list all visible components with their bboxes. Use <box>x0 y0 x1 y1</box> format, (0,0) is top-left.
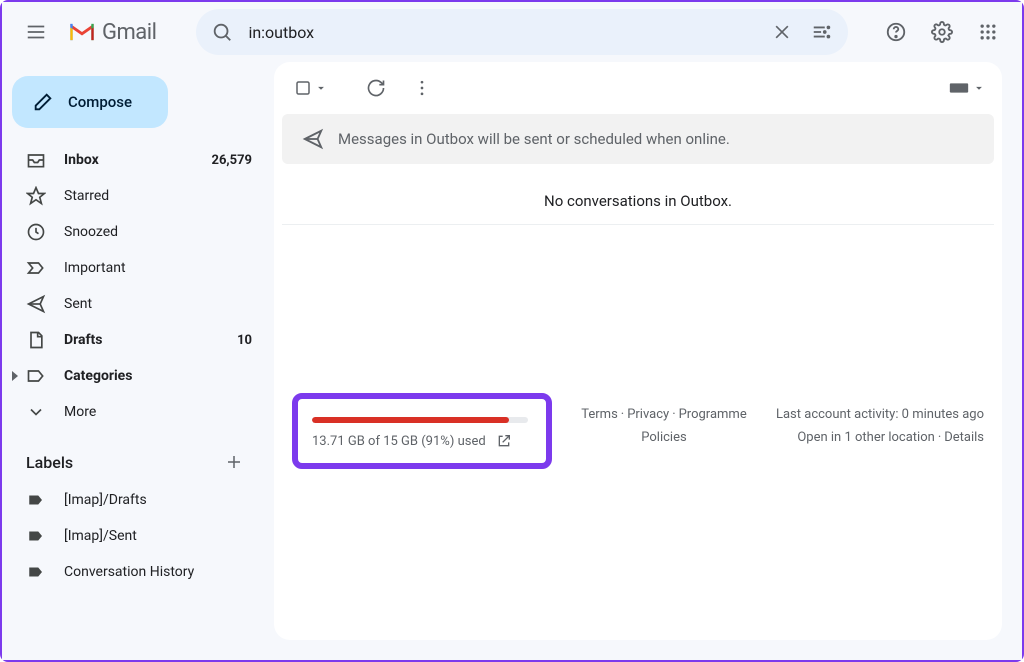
logo-text: Gmail <box>102 20 156 45</box>
open-locations-link[interactable]: Open in 1 other location <box>797 430 934 445</box>
nav-label: More <box>64 404 252 420</box>
add-label-icon[interactable] <box>220 448 248 476</box>
label-item[interactable]: [Imap]/Drafts <box>2 482 266 518</box>
sidebar-item-snoozed[interactable]: Snoozed <box>2 214 266 250</box>
compose-button[interactable]: Compose <box>12 76 168 128</box>
nav-label: Drafts <box>64 332 219 348</box>
storage-fill <box>312 417 509 423</box>
banner-text: Messages in Outbox will be sent or sched… <box>338 130 730 148</box>
footer: 13.71 GB of 15 GB (91%) used Terms·Priva… <box>274 225 1002 469</box>
labels-heading: Labels <box>2 430 266 482</box>
activity-info: Last account activity: 0 minutes ago Ope… <box>776 393 984 469</box>
hamburger-icon[interactable] <box>16 12 56 52</box>
nav-label: Inbox <box>64 152 194 168</box>
apps-icon[interactable] <box>968 12 1008 52</box>
send-icon <box>26 294 46 314</box>
sidebar: Compose Inbox 26,579 Starred Snoozed Imp… <box>2 62 274 660</box>
important-icon <box>26 258 46 278</box>
sidebar-item-inbox[interactable]: Inbox 26,579 <box>2 142 266 178</box>
support-icon[interactable] <box>876 12 916 52</box>
label-text: Conversation History <box>64 564 252 580</box>
search-icon[interactable] <box>202 12 242 52</box>
search-bar[interactable] <box>196 9 848 55</box>
label-item[interactable]: [Imap]/Sent <box>2 518 266 554</box>
gmail-logo[interactable]: Gmail <box>68 20 156 45</box>
sidebar-item-drafts[interactable]: Drafts 10 <box>2 322 266 358</box>
input-tool-icon[interactable] <box>942 77 988 99</box>
refresh-icon[interactable] <box>356 68 396 108</box>
send-icon <box>302 128 324 150</box>
sidebar-item-starred[interactable]: Starred <box>2 178 266 214</box>
more-icon[interactable] <box>402 68 442 108</box>
search-input[interactable] <box>242 23 762 42</box>
main-panel: Messages in Outbox will be sent or sched… <box>274 62 1002 640</box>
sidebar-item-important[interactable]: Important <box>2 250 266 286</box>
privacy-link[interactable]: Privacy <box>627 407 669 422</box>
empty-text: No conversations in Outbox. <box>274 164 1002 224</box>
nav-count: 10 <box>237 333 252 348</box>
nav-label: Snoozed <box>64 224 252 240</box>
footer-links: Terms·Privacy·Programme Policies <box>568 393 760 469</box>
settings-icon[interactable] <box>922 12 962 52</box>
clear-search-icon[interactable] <box>762 12 802 52</box>
storage-text: 13.71 GB of 15 GB (91%) used <box>312 434 486 449</box>
outbox-banner: Messages in Outbox will be sent or sched… <box>282 114 994 164</box>
storage-box: 13.71 GB of 15 GB (91%) used <box>292 393 552 469</box>
label-icon <box>26 490 46 510</box>
chevron-down-icon <box>26 402 46 422</box>
search-options-icon[interactable] <box>802 12 842 52</box>
external-link-icon[interactable] <box>496 433 512 449</box>
storage-bar <box>312 417 528 423</box>
label-icon <box>26 526 46 546</box>
label-text: [Imap]/Sent <box>64 528 252 544</box>
star-icon <box>26 186 46 206</box>
activity-line1: Last account activity: 0 minutes ago <box>776 403 984 426</box>
sidebar-item-sent[interactable]: Sent <box>2 286 266 322</box>
nav-label: Starred <box>64 188 252 204</box>
dropdown-icon <box>972 81 986 95</box>
nav-label: Sent <box>64 296 252 312</box>
nav-label: Important <box>64 260 252 276</box>
details-link[interactable]: Details <box>944 430 984 445</box>
nav-count: 26,579 <box>212 153 253 168</box>
label-item[interactable]: Conversation History <box>2 554 266 590</box>
toolbar <box>274 62 1002 114</box>
file-icon <box>26 330 46 350</box>
clock-icon <box>26 222 46 242</box>
select-all-checkbox[interactable] <box>288 75 330 101</box>
nav-label: Categories <box>64 368 252 384</box>
sidebar-item-categories[interactable]: Categories <box>2 358 266 394</box>
label-text: [Imap]/Drafts <box>64 492 252 508</box>
inbox-icon <box>26 150 46 170</box>
categories-icon <box>26 366 46 386</box>
compose-label: Compose <box>68 93 132 111</box>
label-icon <box>26 562 46 582</box>
sidebar-item-more[interactable]: More <box>2 394 266 430</box>
terms-link[interactable]: Terms <box>581 407 618 422</box>
dropdown-icon <box>314 81 328 95</box>
